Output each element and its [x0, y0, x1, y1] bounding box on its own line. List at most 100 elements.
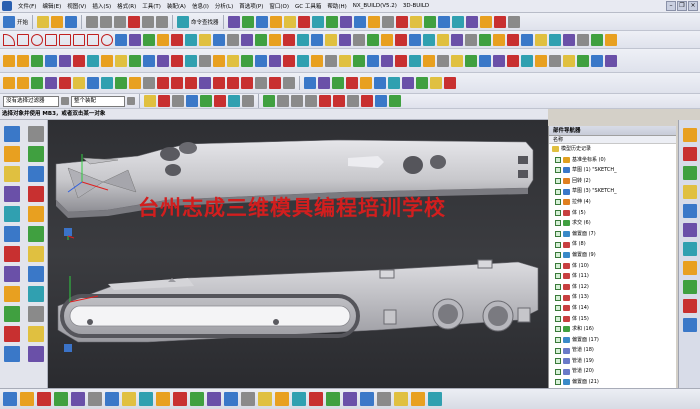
- visibility-checkbox[interactable]: [555, 305, 561, 312]
- sync-tool-d-icon[interactable]: [346, 77, 358, 89]
- visibility-checkbox[interactable]: [555, 220, 561, 227]
- bottom-tool-b-icon[interactable]: [20, 392, 34, 406]
- thread-icon[interactable]: [283, 54, 295, 67]
- assembly-navigator-icon[interactable]: [4, 126, 20, 142]
- sync-tool-g-icon[interactable]: [388, 77, 400, 89]
- navigator-feature-row[interactable]: 体 (11): [555, 271, 676, 282]
- bottom-tool-t-icon[interactable]: [326, 392, 340, 406]
- bottom-tool-r-icon[interactable]: [292, 392, 306, 406]
- arc-icon[interactable]: [3, 33, 15, 46]
- join-curve-icon[interactable]: [241, 33, 253, 46]
- curve-tool-a-icon[interactable]: [269, 33, 281, 46]
- curve-tool-v-icon[interactable]: [563, 33, 575, 46]
- bridge-curve-icon[interactable]: [157, 33, 169, 46]
- offset-face-icon[interactable]: [213, 54, 225, 67]
- tool-e-icon[interactable]: [451, 15, 464, 28]
- snap-intersection-icon[interactable]: [305, 95, 317, 107]
- system-materials-icon[interactable]: [28, 186, 44, 202]
- visibility-checkbox[interactable]: [555, 315, 561, 322]
- bottom-tool-p-icon[interactable]: [258, 392, 272, 406]
- feature-tool-j-icon[interactable]: [437, 54, 449, 67]
- open-folder-icon[interactable]: [51, 15, 64, 28]
- bottom-tool-y-icon[interactable]: [411, 392, 425, 406]
- navigator-feature-row[interactable]: 体 (5): [555, 208, 676, 219]
- bottom-tool-q-icon[interactable]: [275, 392, 289, 406]
- process-studio-icon[interactable]: [4, 206, 20, 222]
- system-scenes-icon[interactable]: [28, 226, 44, 242]
- feature-tool-e-icon[interactable]: [367, 54, 379, 67]
- undo-icon[interactable]: [142, 15, 155, 28]
- trim-body-icon[interactable]: [227, 54, 239, 67]
- save-icon[interactable]: [65, 15, 78, 28]
- circle-icon[interactable]: [31, 33, 43, 46]
- navigator-feature-row[interactable]: 体 (8): [555, 239, 676, 250]
- sync-tool-f-icon[interactable]: [374, 77, 386, 89]
- feature-tool-f-icon[interactable]: [381, 54, 393, 67]
- trim-curve-icon[interactable]: [213, 33, 225, 46]
- visibility-checkbox[interactable]: [555, 199, 561, 206]
- intersect-curve-icon[interactable]: [185, 33, 197, 46]
- constrain-face-icon[interactable]: [143, 77, 155, 89]
- navigator-feature-row[interactable]: 草图 (1) "SKETCH_: [555, 165, 676, 176]
- visibility-checkbox[interactable]: [555, 358, 561, 365]
- resize-blend-icon[interactable]: [45, 77, 57, 89]
- groove-icon[interactable]: [87, 54, 99, 67]
- curve-tool-x-icon[interactable]: [591, 33, 603, 46]
- boss-icon[interactable]: [45, 54, 57, 67]
- pattern-icon[interactable]: [255, 54, 267, 67]
- curve-tool-m-icon[interactable]: [437, 33, 449, 46]
- filter-dropdown-icon[interactable]: [61, 97, 69, 105]
- roles-icon[interactable]: [4, 226, 20, 242]
- navigator-feature-row[interactable]: 求和 (16): [555, 324, 676, 335]
- navigator-feature-row[interactable]: 体 (13): [555, 292, 676, 303]
- visibility-checkbox[interactable]: [555, 326, 561, 333]
- deselect-icon[interactable]: [158, 95, 170, 107]
- extrude-icon[interactable]: [3, 54, 15, 67]
- command-finder-button[interactable]: 命令查找器: [191, 18, 219, 26]
- navigator-feature-row[interactable]: 求交 (6): [555, 218, 676, 229]
- angular-dimension-icon[interactable]: [255, 77, 267, 89]
- feature-tool-m-icon[interactable]: [479, 54, 491, 67]
- show-hide-icon[interactable]: [325, 15, 338, 28]
- close-icon[interactable]: ×: [688, 1, 698, 11]
- visibility-checkbox[interactable]: [555, 336, 561, 343]
- restore-icon[interactable]: ❐: [677, 1, 687, 11]
- snap-on-face-icon[interactable]: [375, 95, 387, 107]
- snap-midpoint-icon[interactable]: [277, 95, 289, 107]
- left-tool-k-icon[interactable]: [4, 346, 20, 362]
- curve-tool-w-icon[interactable]: [577, 33, 589, 46]
- split-body-icon[interactable]: [241, 54, 253, 67]
- pocket-icon[interactable]: [59, 54, 71, 67]
- sync-tool-i-icon[interactable]: [416, 77, 428, 89]
- snap-quadrant-icon[interactable]: [333, 95, 345, 107]
- menu-view[interactable]: 视图(V): [64, 2, 89, 10]
- curve-tool-q-icon[interactable]: [493, 33, 505, 46]
- bottom-tool-l-icon[interactable]: [190, 392, 204, 406]
- sync-tool-b-icon[interactable]: [318, 77, 330, 89]
- tool-f-icon[interactable]: [465, 15, 478, 28]
- visibility-checkbox[interactable]: [555, 368, 561, 375]
- section-view-icon[interactable]: [353, 15, 366, 28]
- selection-filter-select[interactable]: 没有选择过滤器: [3, 95, 59, 107]
- select-edge-icon[interactable]: [228, 95, 240, 107]
- shell-icon[interactable]: [185, 54, 197, 67]
- bottom-tool-d-icon[interactable]: [54, 392, 68, 406]
- box-select-icon[interactable]: [242, 95, 254, 107]
- graphics-viewport[interactable]: 台州志成三维模具编程培训学校: [48, 120, 548, 388]
- constraint-navigator-icon[interactable]: [28, 126, 44, 142]
- point-icon[interactable]: [59, 33, 71, 46]
- feature-tool-n-icon[interactable]: [493, 54, 505, 67]
- bottom-tool-a-icon[interactable]: [3, 392, 17, 406]
- analysis-icon[interactable]: [339, 15, 352, 28]
- snap-control-point-icon[interactable]: [291, 95, 303, 107]
- left-tool-j-icon[interactable]: [28, 326, 44, 342]
- tube-icon[interactable]: [297, 54, 309, 67]
- visibility-checkbox[interactable]: [555, 284, 561, 291]
- history-tab-icon[interactable]: [682, 223, 697, 237]
- curve-tool-s-icon[interactable]: [521, 33, 533, 46]
- linear-dimension-icon[interactable]: [241, 77, 253, 89]
- navigator-feature-row[interactable]: 体 (12): [555, 282, 676, 293]
- pull-face-icon[interactable]: [17, 77, 29, 89]
- new-file-icon[interactable]: [37, 15, 50, 28]
- bottom-tool-c-icon[interactable]: [37, 392, 51, 406]
